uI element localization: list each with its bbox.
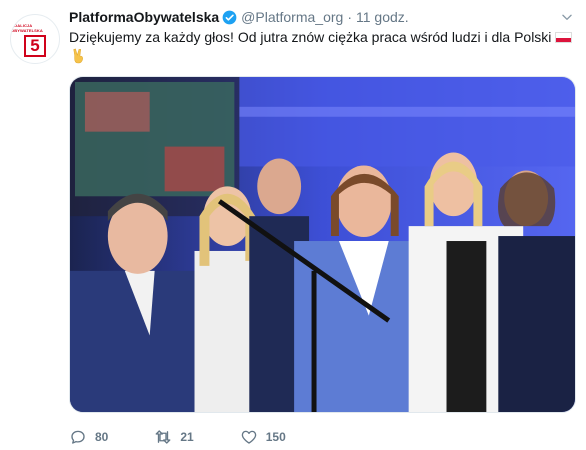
heart-icon (241, 430, 256, 444)
separator-dot: · (347, 9, 352, 25)
victory-hand-icon (73, 48, 83, 64)
timestamp[interactable]: 11 godz. (356, 9, 409, 25)
tweet-body: Dziękujemy za każdy głos! Od jutra znów … (69, 29, 552, 45)
tweet-header: PlatformaObywatelska @Platforma_org · 11… (69, 8, 409, 26)
tweet-actions: 80 21 150 (69, 426, 332, 448)
poland-flag-icon (555, 32, 573, 43)
retweet-button[interactable]: 21 (154, 428, 194, 446)
reply-button[interactable]: 80 (69, 428, 108, 446)
user-handle[interactable]: @Platforma_org (241, 9, 343, 25)
like-button[interactable]: 150 (240, 428, 286, 446)
tweet-text: Dziękujemy za każdy głos! Od jutra znów … (69, 28, 574, 47)
campaign-event-photo (70, 77, 575, 412)
reply-icon (71, 430, 85, 444)
tweet[interactable]: KOALICJA OBYWATELSKA 5 PlatformaObywatel… (0, 0, 586, 450)
avatar-caption: KOALICJA OBYWATELSKA (11, 23, 43, 33)
tweet-photo[interactable] (69, 76, 576, 413)
like-count: 150 (265, 430, 286, 444)
avatar-number: 5 (24, 35, 46, 57)
verified-badge-icon (222, 10, 237, 24)
display-name[interactable]: PlatformaObywatelska (69, 9, 219, 25)
retweet-count: 21 (180, 430, 194, 444)
chevron-down-icon[interactable] (560, 10, 574, 24)
retweet-icon (155, 430, 171, 444)
reply-count: 80 (95, 430, 109, 444)
avatar[interactable]: KOALICJA OBYWATELSKA 5 (10, 14, 60, 64)
